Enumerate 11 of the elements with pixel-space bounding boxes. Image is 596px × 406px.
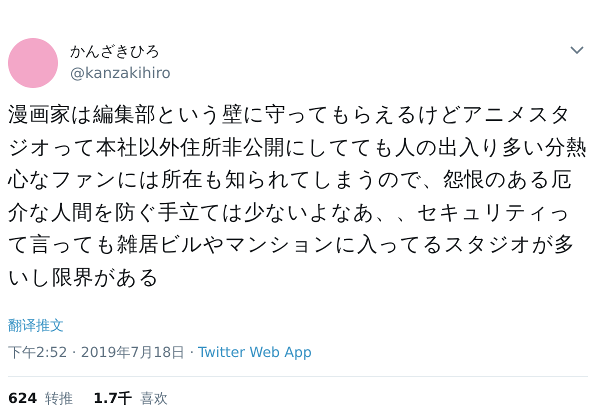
author-name[interactable]: かんざきひろ [70,40,171,62]
timestamp[interactable]: 下午2:52 · 2019年7月18日 · [8,343,194,364]
stat-count[interactable]: 624 [8,389,38,406]
source-link[interactable]: Twitter Web App [198,343,312,364]
tweet-text: 漫画家は編集部という壁に守ってもらえるけどアニメスタジオって本社以外住所非公開にしてても人の出入り多い分熱心なファンには所在も知られてしまうので、怨恨のある厄介な人間を防ぐ手立ては少ないよなあ、、セキュリティって言っても雑居ビルやマンションに入ってるスタジオが多いし限界がある [8,101,588,290]
stat-count[interactable]: 1.7千 [93,389,132,406]
stat-label[interactable]: 转推 [45,389,74,406]
translate-link[interactable]: 翻译推文 [8,318,64,334]
chevron-down-icon[interactable] [570,46,584,55]
stat-label[interactable]: 喜欢 [140,389,168,406]
author-handle: @kanzakihiro [70,63,171,84]
